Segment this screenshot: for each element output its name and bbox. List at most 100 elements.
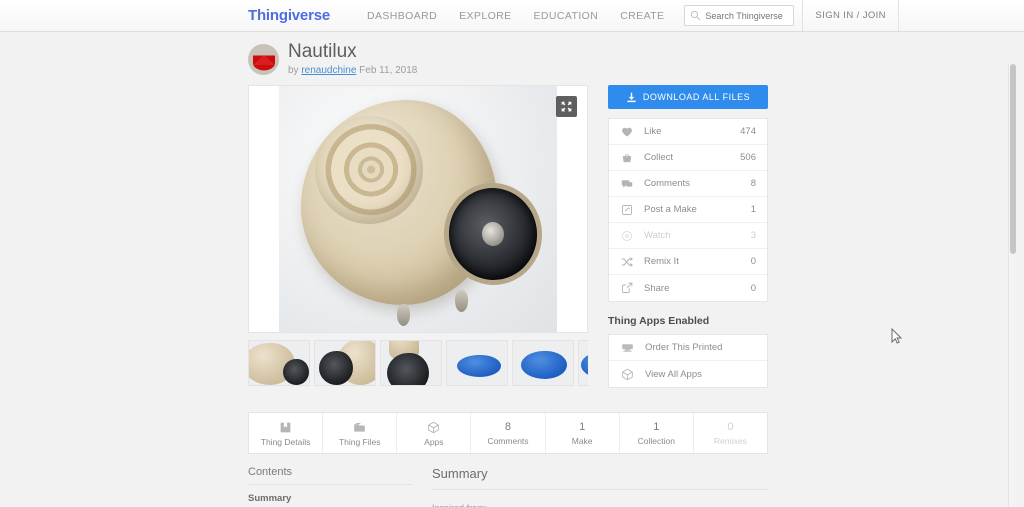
stat-row-watch[interactable]: Watch 3 [609,223,767,249]
stat-label-remix-it: Remix It [644,256,679,267]
tab-label-remixes: Remixes [713,435,747,446]
site-header: Thingiverse DASHBOARD EXPLORE EDUCATION … [0,0,1024,32]
nav-item-dashboard[interactable]: DASHBOARD [356,0,448,31]
heart-icon [622,127,632,136]
main-image-viewer[interactable] [248,85,588,333]
app-label-view-all-apps: View All Apps [645,368,702,380]
tab-label-make: Make [571,435,593,446]
search-wrap [684,5,795,26]
folder-icon [354,422,365,432]
speaker-foot-left [397,304,410,326]
app-label-order-this-printed: Order This Printed [645,342,723,353]
page-scrollbar[interactable] [1008,64,1016,507]
cube-icon [622,368,633,380]
stat-value-comments: 8 [750,178,756,189]
share-icon [622,282,633,293]
remix-icon [621,256,633,267]
tab-icon-wrap-apps [427,420,440,435]
stats-panel: Like 474 Collect 506 Comments 8 Post a M… [608,118,768,302]
nav-item-education[interactable]: EDUCATION [523,0,610,31]
app-row-order-this-printed[interactable]: Order This Printed [609,335,767,361]
stat-row-comments[interactable]: Comments 8 [609,171,767,197]
byline-prefix: by [288,65,299,76]
expand-button[interactable] [556,96,577,117]
app-row-view-all-apps[interactable]: View All Apps [609,361,767,387]
download-all-files-button[interactable]: DOWNLOAD ALL FILES [608,85,768,109]
tab-apps[interactable]: Apps [397,413,472,453]
tab-count-collection: 1 [653,420,660,433]
thumbnail-strip [248,340,588,386]
tab-icon-wrap-thing-files [353,420,366,435]
header-inner: Thingiverse DASHBOARD EXPLORE EDUCATION … [0,0,1024,31]
thing-header: Nautilux by renaudchine Feb 11, 2018 [248,32,768,85]
thumbnail-5[interactable] [512,340,574,386]
download-icon [627,92,636,102]
avatar-shape-upper [252,54,275,65]
contents-sidebar: Contents Summary Print Settings Post-Pri… [248,466,412,507]
stat-value-watch: 3 [750,230,756,241]
contents-item-summary[interactable]: Summary [248,493,412,506]
author-link[interactable]: renaudchine [301,65,356,76]
stat-label-comments: Comments [644,178,690,189]
search-icon [691,10,701,21]
thing-apps-heading: Thing Apps Enabled [608,315,710,327]
thumbnail-2[interactable] [314,340,376,386]
tab-count-comments: 8 [504,420,512,433]
stat-row-post-a-make[interactable]: Post a Make 1 [609,197,767,223]
stat-value-share: 0 [750,282,756,294]
page-body: Nautilux by renaudchine Feb 11, 2018 DOW… [0,32,1016,507]
tab-count-remixes: 0 [727,420,734,433]
avatar[interactable] [248,43,279,75]
page-title: Nautilux [288,41,357,62]
stat-label-share: Share [644,282,670,294]
search-box[interactable] [684,5,795,26]
cube-icon [428,421,440,433]
nav-item-explore[interactable]: EXPLORE [448,0,522,31]
stat-value-post-a-make: 1 [750,204,756,215]
stat-label-post-a-make: Post a Make [644,204,697,215]
tab-label-apps: Apps [424,436,444,447]
collect-icon [622,153,632,162]
nav-item-create[interactable]: CREATE [609,0,675,31]
upload-date: Feb 11, 2018 [359,65,418,76]
shell-spiral-shade [315,116,423,224]
stat-row-share[interactable]: Share 0 [609,275,767,301]
header-right-fill [897,0,1024,31]
summary-line-1: Inspired from: [432,501,768,507]
main-columns: DOWNLOAD ALL FILES Like 474 Collect 506 [248,85,768,388]
gallery-column [248,85,588,388]
thumbnail-1[interactable] [248,340,310,386]
stat-value-remix-it: 0 [750,256,756,267]
book-icon [280,422,291,432]
stat-row-like[interactable]: Like 474 [609,119,767,145]
main-nav: DASHBOARD EXPLORE EDUCATION CREATE [356,0,675,31]
search-input[interactable] [705,10,792,21]
signin-join-button[interactable]: SIGN IN / JOIN [802,0,898,31]
scrollbar-thumb[interactable] [1010,64,1016,254]
summary-section: Summary Inspired from: the famous B&W Na… [432,466,768,507]
tab-thing-files[interactable]: Thing Files [323,413,398,453]
speaker-foot-right [455,290,468,312]
thumbnail-3[interactable] [380,340,442,386]
thumbnail-6[interactable] [578,340,588,386]
brand-logo[interactable]: Thingiverse [248,0,330,31]
tab-thing-details[interactable]: Thing Details [249,413,324,453]
thing-tabs: Thing Details Thing Files Apps 8 Comment… [248,412,768,454]
tab-remixes[interactable]: 0 Remixes [694,413,767,453]
stat-row-collect[interactable]: Collect 506 [609,145,767,171]
content-column: Nautilux by renaudchine Feb 11, 2018 DOW… [248,32,768,507]
tab-collection[interactable]: 1 Collection [620,413,694,453]
stat-label-watch: Watch [644,230,671,241]
stat-value-like: 474 [740,126,756,137]
summary-heading: Summary [432,466,768,490]
tab-count-make: 1 [579,420,586,433]
contents-heading: Contents [248,466,412,485]
tab-comments[interactable]: 8 Comments [471,413,546,453]
stat-label-like: Like [644,126,662,137]
make-icon [622,204,632,215]
tab-label-thing-details: Thing Details [260,436,311,447]
tab-label-comments: Comments [487,435,529,446]
tab-make[interactable]: 1 Make [546,413,620,453]
thumbnail-4[interactable] [446,340,508,386]
stat-row-remix-it[interactable]: Remix It 0 [609,249,767,275]
